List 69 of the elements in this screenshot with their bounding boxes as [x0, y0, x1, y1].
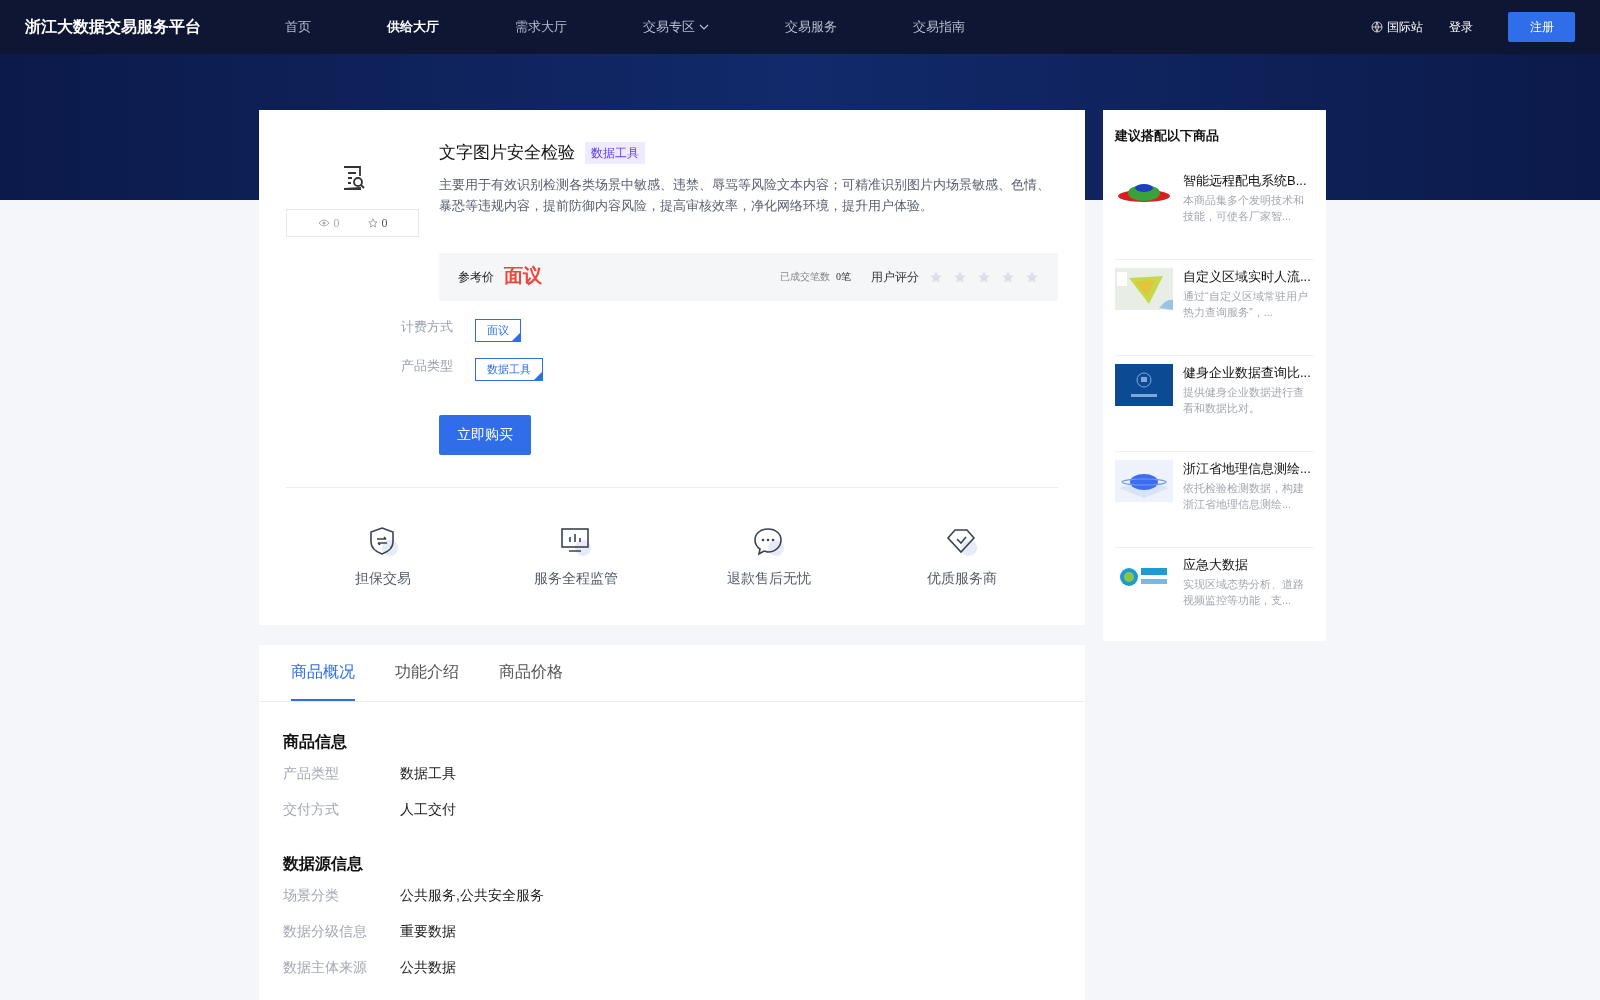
option-label: 产品类型	[401, 356, 454, 375]
recommended-title: 健身企业数据查询比...	[1183, 363, 1312, 381]
price-value: 面议	[504, 264, 542, 289]
info-label: 产品类型	[283, 764, 340, 783]
section-title: 数据源信息	[283, 853, 364, 874]
star-icon	[367, 218, 378, 228]
recommended-title: 自定义区域实时人流...	[1183, 267, 1312, 285]
register-button[interactable]: 注册	[1508, 12, 1575, 42]
favorite-count: 0	[381, 215, 388, 232]
info-label: 交付方式	[283, 800, 340, 819]
nav-link[interactable]: 交易专区	[643, 17, 709, 37]
nav-link[interactable]: 交易指南	[913, 17, 965, 37]
site-logo[interactable]: 浙江大数据交易服务平台	[25, 15, 285, 39]
recommended-product[interactable]: 应急大数据 实现区域态势分析、道路视频监控等功能，支...	[1115, 547, 1314, 641]
guarantee-label: 退款售后无忧	[726, 568, 811, 588]
info-label: 场景分类	[283, 886, 340, 905]
nav-link[interactable]: 首页	[285, 17, 311, 37]
info-value: 公共服务,公共安全服务	[400, 886, 544, 905]
deals-label: 已成交笔数	[780, 270, 830, 284]
chevron-down-icon	[699, 24, 709, 30]
nav-link[interactable]: 供给大厅	[387, 17, 439, 37]
recommended-description: 依托检验检测数据，构建浙江省地理信息测绘...	[1183, 480, 1305, 512]
product-description: 主要用于有效识别检测各类场景中敏感、违禁、辱骂等风险文本内容；可精准识别图片内场景敏感、色情、暴恐等违规内容，提前防御内容风险，提高审核效率，净化网络环境，提升用户体验。	[439, 175, 1051, 215]
recommended-title: 智能远程配电系统B...	[1183, 171, 1308, 189]
tab[interactable]: 商品价格	[499, 644, 563, 701]
recommended-title: 应急大数据	[1183, 555, 1249, 573]
guarantee-label: 服务全程监管	[533, 568, 618, 588]
rating-star-icon	[929, 269, 943, 284]
option-label: 计费方式	[401, 317, 454, 336]
recommended-title: 浙江省地理信息测绘...	[1183, 459, 1312, 477]
price-label: 参考价	[458, 268, 494, 286]
option-chip[interactable]: 数据工具	[475, 357, 543, 381]
globe-icon	[1371, 21, 1383, 33]
rating-star-icon	[953, 269, 967, 284]
guarantee-label: 优质服务商	[926, 568, 997, 588]
recommended-product[interactable]: 自定义区域实时人流... 通过“自定义区域常驻用户热力查询服务”，...	[1115, 259, 1314, 356]
info-value: 人工交付	[400, 800, 456, 819]
buy-now-button[interactable]: 立即购买	[439, 414, 531, 455]
recommendation-title: 建议搭配以下商品	[1115, 127, 1220, 145]
guarantee-label: 担保交易	[354, 568, 411, 588]
eye-icon	[317, 219, 330, 227]
recommended-description: 通过“自定义区域常驻用户热力查询服务”，...	[1183, 288, 1309, 320]
recommended-description: 提供健身企业数据进行查看和数据比对。	[1183, 384, 1305, 416]
rating-label: 用户评分	[871, 268, 919, 286]
tab[interactable]: 商品概况	[291, 644, 355, 701]
deals-count: 0笔	[836, 270, 851, 284]
tab[interactable]: 功能介绍	[395, 644, 459, 701]
rating-star-icon	[977, 269, 991, 284]
rating-star-icon	[1025, 269, 1039, 284]
option-chip[interactable]: 面议	[475, 318, 521, 342]
nav-link[interactable]: 需求大厅	[515, 17, 567, 37]
info-label: 数据分级信息	[283, 922, 368, 941]
international-site-link[interactable]: 国际站	[1387, 18, 1423, 36]
info-label: 数据主体来源	[283, 958, 368, 977]
rating-star-icon	[1001, 269, 1015, 284]
recommended-description: 实现区域态势分析、道路视频监控等功能，支...	[1183, 576, 1305, 608]
section-title: 商品信息	[283, 731, 348, 752]
recommended-description: 本商品集多个发明技术和技能，可使各厂家智...	[1183, 192, 1305, 224]
recommended-product[interactable]: 智能远程配电系统B... 本商品集多个发明技术和技能，可使各厂家智...	[1115, 163, 1314, 260]
view-count: 0	[333, 215, 340, 232]
product-title: 文字图片安全检验	[439, 142, 575, 164]
info-value: 公共数据	[400, 958, 456, 977]
info-value: 重要数据	[400, 922, 456, 941]
recommended-product[interactable]: 浙江省地理信息测绘... 依托检验检测数据，构建浙江省地理信息测绘...	[1115, 451, 1314, 548]
recommended-product[interactable]: 健身企业数据查询比... 提供健身企业数据进行查看和数据比对。	[1115, 355, 1314, 452]
login-link[interactable]: 登录	[1449, 18, 1473, 36]
category-tag: 数据工具	[585, 141, 645, 164]
nav-link[interactable]: 交易服务	[785, 17, 837, 37]
info-value: 数据工具	[400, 764, 456, 783]
